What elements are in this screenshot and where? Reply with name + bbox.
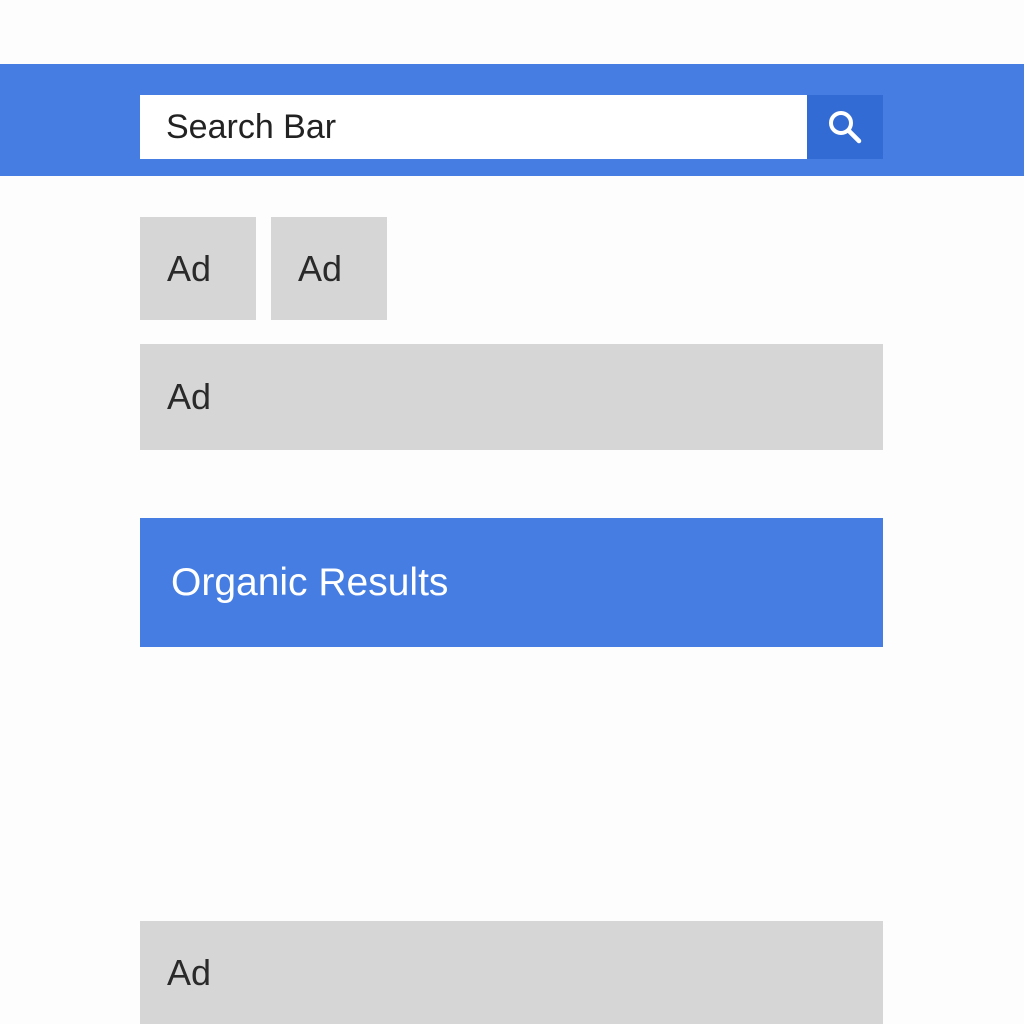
search-icon — [829, 111, 862, 144]
ad-block-wide-top: Ad — [140, 344, 883, 450]
search-button[interactable] — [807, 95, 883, 159]
search-input-label: Search Bar — [166, 107, 337, 146]
ad-block-small-2: Ad — [271, 217, 387, 320]
ad-label: Ad — [167, 376, 212, 417]
ad-block-wide-bottom: Ad — [140, 921, 883, 1024]
ad-label: Ad — [298, 247, 343, 289]
organic-results-label: Organic Results — [171, 560, 449, 604]
ad-block-small-1: Ad — [140, 217, 256, 320]
ad-label: Ad — [167, 247, 212, 289]
search-input[interactable]: Search Bar — [140, 95, 807, 159]
search-page-diagram: Search Bar Ad Ad Ad Organic Results Ad — [0, 0, 1024, 1024]
ad-label: Ad — [167, 951, 212, 993]
organic-results-block: Organic Results — [140, 518, 883, 647]
